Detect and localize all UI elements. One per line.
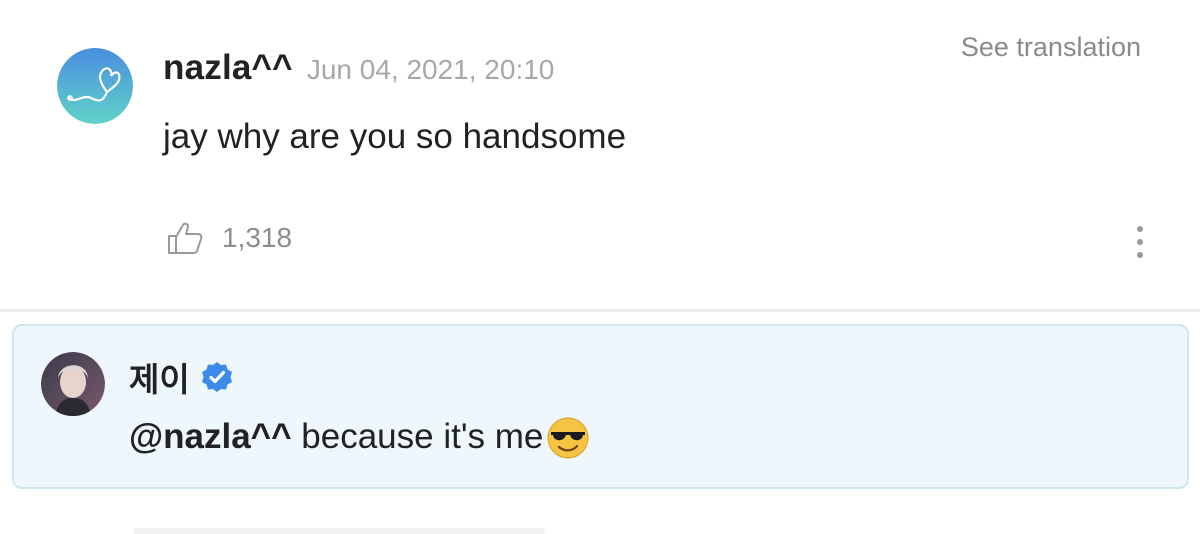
avatar[interactable] bbox=[41, 352, 105, 416]
like-count: 1,318 bbox=[222, 222, 293, 253]
comment-header: nazla^^ Jun 04, 2021, 20:10 bbox=[163, 48, 554, 88]
bottom-bar bbox=[133, 528, 545, 534]
comment-timestamp: Jun 04, 2021, 20:10 bbox=[306, 54, 555, 85]
mention-link[interactable]: @nazla^^ bbox=[129, 417, 292, 457]
more-vertical-icon bbox=[1137, 226, 1143, 258]
reply-header: 제이 bbox=[129, 353, 234, 401]
comment-thread: nazla^^ Jun 04, 2021, 20:10 See translat… bbox=[0, 0, 1200, 534]
comment-text: jay why are you so handsome bbox=[163, 117, 627, 156]
reply-author-name[interactable]: 제이 bbox=[129, 353, 190, 401]
profile-photo bbox=[41, 352, 105, 416]
thumbs-up-icon bbox=[168, 222, 203, 254]
reply-body: because it's me bbox=[291, 417, 544, 456]
verified-badge-icon bbox=[201, 362, 232, 392]
heart-swirl-icon bbox=[57, 48, 133, 124]
see-translation-link[interactable]: See translation bbox=[961, 32, 1141, 63]
more-options-button[interactable] bbox=[1126, 222, 1154, 262]
reply-card: 제이 @nazla^^ because it's me bbox=[12, 324, 1189, 489]
sunglasses-emoji-icon bbox=[545, 414, 591, 460]
author-name[interactable]: nazla^^ bbox=[163, 48, 293, 88]
reply-text: @nazla^^ because it's me bbox=[129, 414, 591, 460]
like-button[interactable]: 1,318 bbox=[166, 220, 292, 256]
avatar[interactable] bbox=[57, 48, 133, 124]
divider bbox=[0, 309, 1200, 312]
